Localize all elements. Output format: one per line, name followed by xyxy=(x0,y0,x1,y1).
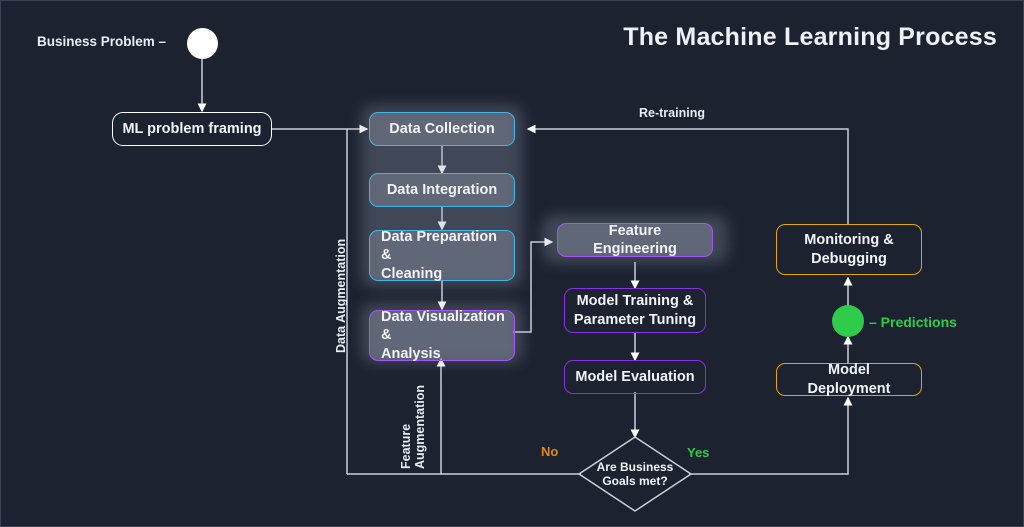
node-monitoring-debugging[interactable]: Monitoring & Debugging xyxy=(776,224,922,275)
node-feature-engineering[interactable]: Feature Engineering xyxy=(557,223,713,257)
node-label: Data Integration xyxy=(386,181,498,198)
predictions-label: – Predictions xyxy=(869,314,957,330)
node-label: Model Training & Parameter Tuning xyxy=(573,293,697,328)
node-label: Model Evaluation xyxy=(575,368,695,385)
node-label: Data Preparation & Cleaning xyxy=(381,229,498,282)
node-label: ML problem framing xyxy=(122,120,262,137)
node-label: Data Collection xyxy=(389,120,495,137)
predictions-dot xyxy=(832,305,864,337)
business-problem-label: Business Problem – xyxy=(37,34,167,49)
business-problem-dot xyxy=(187,28,218,59)
re-training-label: Re-training xyxy=(639,106,705,120)
node-label: Feature Engineering xyxy=(593,222,677,257)
node-data-integration[interactable]: Data Integration xyxy=(369,173,515,207)
decision-label: Are Business Goals met? xyxy=(596,459,674,488)
decision-no-label: No xyxy=(541,444,559,459)
decision-yes-label: Yes xyxy=(687,445,710,460)
node-data-visualization-analysis[interactable]: Data Visualization & Analysis xyxy=(369,309,515,362)
node-decision-business-goals[interactable]: Are Business Goals met? xyxy=(579,437,691,511)
node-model-evaluation[interactable]: Model Evaluation xyxy=(564,360,706,394)
node-data-collection[interactable]: Data Collection xyxy=(369,112,515,146)
edge-re-training xyxy=(526,124,849,224)
edge-yes-branch xyxy=(689,396,853,475)
node-model-deployment[interactable]: Model Deployment xyxy=(776,362,922,397)
feature-augmentation-label: Feature Augmentation xyxy=(399,384,428,469)
node-label: Model Deployment xyxy=(807,362,891,397)
node-model-training-parameter-tuning[interactable]: Model Training & Parameter Tuning xyxy=(564,288,706,333)
diagram-canvas: The Machine Learning Process Business Pr… xyxy=(0,0,1024,527)
data-augmentation-label: Data Augmentation xyxy=(334,238,348,353)
node-label: Data Visualization & Analysis xyxy=(381,309,505,362)
page-title: The Machine Learning Process xyxy=(623,23,997,51)
node-ml-problem-framing[interactable]: ML problem framing xyxy=(112,112,272,146)
node-label: Monitoring & Debugging xyxy=(804,232,894,267)
node-data-preparation-cleaning[interactable]: Data Preparation & Cleaning xyxy=(369,229,515,282)
